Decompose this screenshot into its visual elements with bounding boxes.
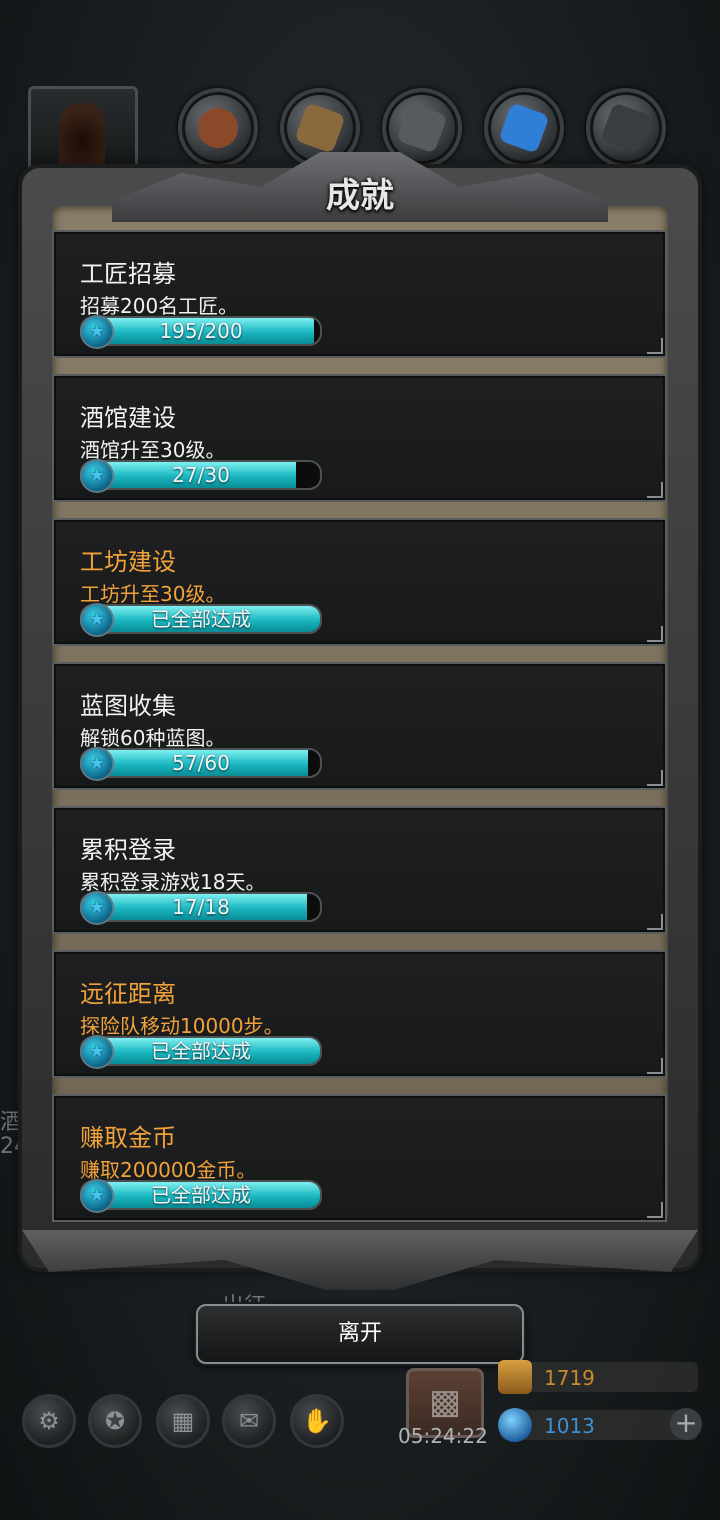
star-icon: ★ (80, 747, 114, 781)
progress-bar: 已全部达成 (80, 1036, 322, 1066)
progress-label: 已全部达成 (151, 607, 251, 631)
progress-bar: 27/30 (80, 460, 322, 490)
achievement-card[interactable]: 酒馆建设 酒馆升至30级。 ★ 27/30 (52, 374, 667, 502)
achievement-card[interactable]: 工坊建设 工坊升至30级。 ★ 已全部达成 (52, 518, 667, 646)
achievement-name: 远征距离 (80, 980, 176, 1008)
progress-label: 已全部达成 (151, 1039, 251, 1063)
progress-label: 27/30 (172, 463, 230, 487)
achievement-description: 工坊升至30级。 (80, 582, 226, 606)
star-icon: ★ (80, 1035, 114, 1069)
dialog-title: 成就 (326, 176, 394, 216)
meat-icon[interactable] (178, 88, 258, 168)
achievement-name: 工匠招募 (80, 260, 176, 288)
progress-bar: 195/200 (80, 316, 322, 346)
hooded-character-icon[interactable] (28, 86, 138, 178)
gem-icon (498, 1408, 532, 1442)
star-icon: ★ (80, 891, 114, 925)
achievement-name: 酒馆建设 (80, 404, 176, 432)
achievement-list[interactable]: 工匠招募 招募200名工匠。 ★ 195/200 酒馆建设 酒馆升至30级。 ★… (52, 230, 667, 1238)
achievement-card[interactable]: 工匠招募 招募200名工匠。 ★ 195/200 (52, 230, 667, 358)
progress-label: 195/200 (159, 319, 243, 343)
scroll-icon[interactable]: ▦ (156, 1394, 210, 1448)
add-gems-button[interactable]: + (670, 1408, 702, 1440)
achievement-description: 探险队移动10000步。 (80, 1014, 284, 1038)
blue-crystal-icon[interactable] (484, 88, 564, 168)
achievement-description: 累积登录游戏18天。 (80, 870, 266, 894)
gold-coins-icon (498, 1360, 532, 1394)
achievement-card[interactable]: 累积登录 累积登录游戏18天。 ★ 17/18 (52, 806, 667, 934)
star-icon: ★ (80, 1179, 114, 1213)
progress-label: 17/18 (172, 895, 230, 919)
achievement-card[interactable]: 蓝图收集 解锁60种蓝图。 ★ 57/60 (52, 662, 667, 790)
dark-metal-icon[interactable] (586, 88, 666, 168)
achievement-card[interactable]: 远征距离 探险队移动10000步。 ★ 已全部达成 (52, 950, 667, 1078)
handshake-icon[interactable]: ✋ (290, 1394, 344, 1448)
settings-icon[interactable]: ⚙ (22, 1394, 76, 1448)
card-corner (647, 626, 663, 642)
progress-label: 57/60 (172, 751, 230, 775)
achievement-description: 赚取200000金币。 (80, 1158, 257, 1182)
card-corner (647, 1202, 663, 1218)
star-icon: ★ (80, 459, 114, 493)
leave-button[interactable]: 离开 (196, 1304, 524, 1364)
achievement-card[interactable]: 赚取金币 赚取200000金币。 ★ 已全部达成 (52, 1094, 667, 1222)
achievement-name: 蓝图收集 (80, 692, 176, 720)
achievement-description: 招募200名工匠。 (80, 294, 239, 318)
achievement-description: 酒馆升至30级。 (80, 438, 226, 462)
achievement-name: 赚取金币 (80, 1124, 176, 1152)
mail-icon[interactable]: ✉ (222, 1394, 276, 1448)
card-corner (647, 770, 663, 786)
progress-bar: 17/18 (80, 892, 322, 922)
gem-amount: 1013 (544, 1414, 595, 1438)
gift-timer: 05:24:22 (398, 1424, 488, 1448)
star-icon: ★ (80, 315, 114, 349)
card-corner (647, 914, 663, 930)
card-corner (647, 338, 663, 354)
background-text-tavern: 酒 (0, 1110, 23, 1135)
dialog-bottom-ornament (22, 1230, 698, 1290)
progress-bar: 已全部达成 (80, 604, 322, 634)
achievement-name: 累积登录 (80, 836, 176, 864)
progress-bar: 已全部达成 (80, 1180, 322, 1210)
achievement-name: 工坊建设 (80, 548, 176, 576)
star-icon: ★ (80, 603, 114, 637)
progress-label: 已全部达成 (151, 1183, 251, 1207)
gold-amount: 1719 (544, 1366, 595, 1390)
card-corner (647, 482, 663, 498)
achievement-description: 解锁60种蓝图。 (80, 726, 226, 750)
progress-bar: 57/60 (80, 748, 322, 778)
achievement-icon[interactable]: ✪ (88, 1394, 142, 1448)
card-corner (647, 1058, 663, 1074)
